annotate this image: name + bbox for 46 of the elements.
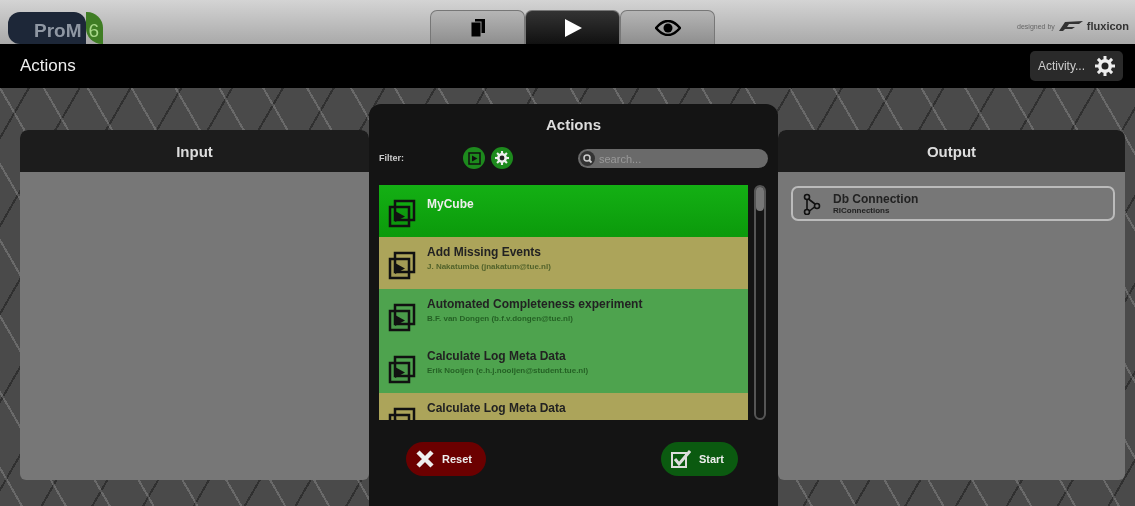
panel-title: Input <box>176 142 213 160</box>
reset-button[interactable]: Reset <box>406 442 486 476</box>
page-title: Actions <box>20 56 76 76</box>
checkbox-icon <box>670 450 691 468</box>
play-stack-icon <box>467 151 481 165</box>
play-icon <box>563 18 582 37</box>
view-tab[interactable] <box>620 10 715 44</box>
output-type: RIConnections <box>833 206 891 215</box>
action-name: Calculate Log Meta Data <box>427 349 567 363</box>
dialog-title: Actions <box>545 116 602 133</box>
play-stack-icon <box>387 199 417 229</box>
gear-icon <box>1095 56 1115 76</box>
panel-title: Output <box>926 142 977 160</box>
start-button[interactable]: Start <box>660 442 738 476</box>
action-name: MyCube <box>427 197 474 211</box>
view-tab[interactable] <box>525 10 620 44</box>
eye-icon <box>654 19 681 36</box>
gear-icon <box>495 151 509 165</box>
pages-icon <box>470 18 485 37</box>
output-item[interactable]: Db Connection RIConnections <box>791 186 1115 221</box>
prom-logo: ProM 6 <box>8 12 104 44</box>
action-row[interactable]: Calculate Log Meta Data Erik Nooijen (e.h.j.nooijen@student.tue.nl) <box>379 341 748 393</box>
action-name: Calculate Log Meta Data <box>427 401 566 415</box>
activity-button[interactable]: Activity... <box>1029 51 1123 81</box>
action-row[interactable]: Automated Completeness experiment B.F. van Dongen (b.f.v.dongen@tue.nl) <box>379 289 748 341</box>
action-author: Erik Nooijen (e.h.j.nooijen@student.tue.nl) <box>427 366 589 375</box>
search-icon <box>580 150 595 166</box>
filter-toggle[interactable] <box>463 147 485 169</box>
action-name: Automated Completeness experiment <box>427 297 643 311</box>
play-stack-icon <box>387 355 417 385</box>
action-author: J. Nakatumba (jnakatum@tue.nl) <box>427 262 551 271</box>
scrollbar[interactable] <box>754 185 766 420</box>
graph-icon <box>803 192 821 215</box>
play-stack-icon <box>387 303 417 333</box>
play-stack-icon <box>387 251 417 281</box>
brand-name: fluxicon <box>1086 20 1129 32</box>
action-author: B.F. van Dongen (b.f.v.dongen@tue.nl) <box>427 314 574 323</box>
close-icon <box>416 450 434 468</box>
output-name: Db Connection <box>833 192 919 206</box>
wing-icon <box>1058 21 1083 31</box>
action-row[interactable]: Add Missing Events J. Nakatumba (jnakatum@tue.nl) <box>379 237 748 289</box>
view-tab[interactable] <box>430 10 525 44</box>
action-name: Add Missing Events <box>427 245 543 259</box>
filter-toggle[interactable] <box>491 147 513 169</box>
filter-label: Filter: <box>379 153 405 163</box>
action-row[interactable]: Calculate Log Meta Data <box>379 393 748 420</box>
